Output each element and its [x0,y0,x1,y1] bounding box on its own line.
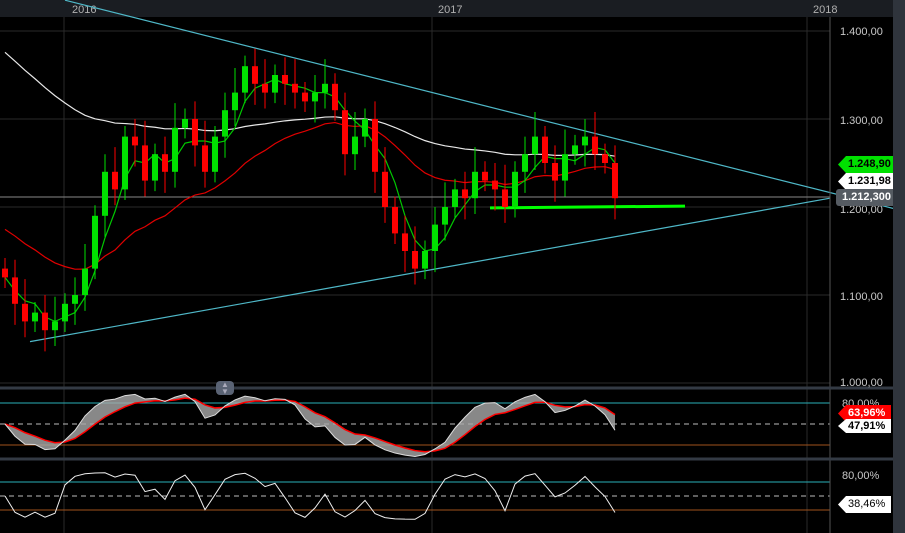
last-price-tag: 1.248,90 [838,156,897,173]
year-label: 2018 [813,4,837,16]
candle-body [242,66,248,93]
candle-body [192,119,198,146]
candle-body [442,207,448,225]
candle-body [402,233,408,251]
candle-body [332,83,338,111]
candle-body [212,136,218,172]
candle-body [462,189,468,199]
candle-body [222,110,228,137]
candle-body [42,312,48,331]
candle-body [592,136,598,155]
candle-body [322,83,328,93]
candle-body [182,119,188,128]
candle-body [32,312,38,322]
osc2-level-label: 80,00% [842,470,880,482]
candle-body [312,92,318,102]
candle-body [12,277,18,304]
candle-body [22,303,28,322]
candle-body [482,171,488,181]
year-label: 2017 [438,4,462,16]
candle-body [292,83,298,93]
price-tick: 1.000,00 [840,377,883,389]
candle-body [372,119,378,172]
candle-body [72,295,78,304]
candle-body [152,154,158,181]
candle-body [492,180,498,190]
slow-moving-average [4,51,616,157]
trendline-lower [29,197,831,343]
price-tick: 1.400,00 [840,26,883,38]
candle-body [612,163,618,199]
chart-canvas[interactable]: 2016 2017 2018 1.400,00 1.300,00 1.200,0… [0,0,905,533]
candle-body [262,83,268,93]
candle-body [62,303,68,322]
candle-body [572,145,578,155]
candle-body [172,127,178,172]
candle-body [112,171,118,190]
candle-body [602,154,608,163]
candle-body [132,136,138,146]
candle-body [2,268,8,278]
candle-body [382,171,388,207]
trading-chart[interactable]: 2016 2017 2018 1.400,00 1.300,00 1.200,0… [0,0,905,533]
oscillator-fill [5,394,615,457]
osc1-signal-tag: 47,91% [838,419,892,433]
candle-body [582,136,588,146]
candle-body [562,154,568,181]
candle-body [52,321,58,331]
candle-body [82,268,88,295]
osc2-value-tag: 38,46% [838,496,892,513]
year-label: 2016 [72,4,96,16]
candle-body [512,171,518,207]
candle-body [122,136,128,190]
candle-body [92,215,98,269]
candle-body [362,119,368,137]
candle-body [412,251,418,269]
candle-body [452,189,458,207]
candle-body [522,154,528,172]
candle-body [232,92,238,111]
trendline-support [489,204,686,210]
candle-body [342,110,348,155]
price-tick: 1.100,00 [840,291,883,303]
candle-body [102,171,108,216]
candle-body [202,145,208,172]
candle-body [252,66,258,84]
cursor-price-tag: 1.212,300 [836,189,897,206]
candle-body [302,92,308,102]
candle-body [472,171,478,199]
candle-body [282,75,288,84]
candle-body [542,136,548,163]
ma-value-tag: 1.231,98 [838,173,897,190]
candle-body [352,136,358,155]
candle-body [272,75,278,93]
candle-body [532,136,538,155]
candle-body [552,163,558,181]
candle-body [432,224,438,251]
candle-body [502,189,508,207]
candle-body [392,207,398,234]
candle-body [422,251,428,269]
candle-body [162,154,168,172]
candle-body [142,145,148,181]
panel-resize-handle[interactable]: ▲ ▼ [216,381,234,396]
price-tick: 1.300,00 [840,115,883,127]
vertical-scrollbar[interactable] [893,0,905,533]
